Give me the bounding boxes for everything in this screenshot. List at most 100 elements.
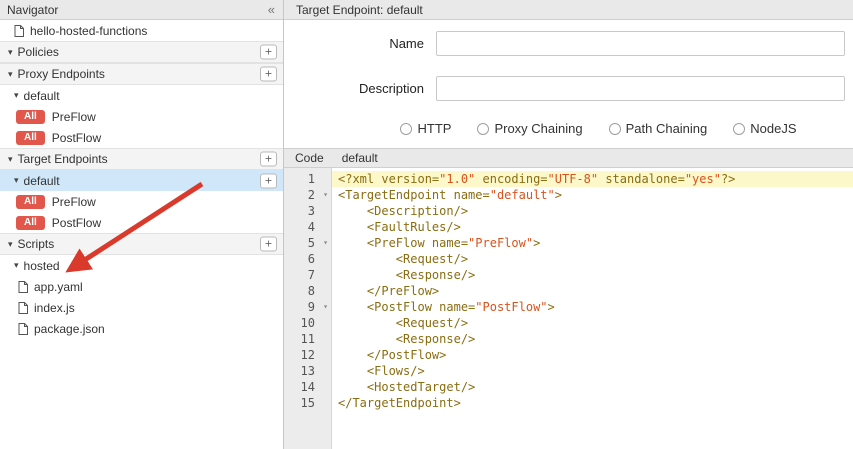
radio-path-chaining[interactable]: Path Chaining [609,121,708,136]
document-icon [18,302,28,314]
fold-toggle-icon[interactable]: ▾ [323,235,328,251]
add-button[interactable]: + [260,237,277,252]
nav-row-flow-preflow[interactable]: All PreFlow [0,191,283,212]
radio-label: Path Chaining [626,121,708,136]
expand-triangle-icon[interactable]: ▾ [8,69,13,80]
line-number[interactable]: 4 [284,219,331,235]
detail-panel: Target Endpoint: default Name Descriptio… [284,0,853,449]
radio-http[interactable]: HTTP [400,121,451,136]
name-field-row: Name [284,31,853,56]
code-gutter: 12▾345▾6789▾101112131415 [284,168,332,449]
nav-row-label: index.js [34,301,75,315]
app-window: Navigator « hello-hosted-functions▾Polic… [0,0,853,449]
code-line[interactable]: </PostFlow> [332,347,853,363]
code-line[interactable]: <Flows/> [332,363,853,379]
expand-triangle-icon[interactable]: ▾ [14,260,19,271]
add-button[interactable]: + [260,173,277,188]
radio-label: NodeJS [750,121,796,136]
nav-row-label: PreFlow [52,195,96,209]
code-tab-default[interactable]: default [342,151,378,165]
radio-label: Proxy Chaining [494,121,582,136]
expand-triangle-icon[interactable]: ▾ [14,90,19,101]
nav-row-file-package-json[interactable]: package.json [0,318,283,339]
nav-row-label: Target Endpoints [18,152,108,166]
nav-row-section-scripts[interactable]: ▾ Scripts + [0,233,283,255]
navigator-tree: hello-hosted-functions▾Policies+▾Proxy E… [0,20,283,449]
name-label: Name [284,36,424,51]
line-number[interactable]: 7 [284,267,331,283]
code-line[interactable]: <PostFlow name="PostFlow"> [332,299,853,315]
line-number[interactable]: 15 [284,395,331,411]
radio-nodejs[interactable]: NodeJS [733,121,796,136]
code-line[interactable]: </TargetEndpoint> [332,395,853,411]
nav-row-bundle-hello-hosted-functions[interactable]: hello-hosted-functions [0,20,283,41]
flow-condition-badge: All [16,195,45,209]
code-panel-header: Code default [284,148,853,168]
nav-row-label: Scripts [18,237,55,251]
nav-row-label: PostFlow [52,131,101,145]
expand-triangle-icon[interactable]: ▾ [14,175,19,186]
radio-icon[interactable] [733,123,745,135]
nav-row-flow-postflow[interactable]: AllPostFlow [0,212,283,233]
add-button[interactable]: + [260,67,277,82]
code-line[interactable]: <Description/> [332,203,853,219]
name-input[interactable] [436,31,845,56]
endpoint-type-radio-group: HTTP Proxy Chaining Path Chaining NodeJS [344,121,853,136]
line-number[interactable]: 3 [284,203,331,219]
nav-row-label: hosted [24,259,60,273]
line-number[interactable]: 1 [284,171,331,187]
collapse-panel-icon[interactable]: « [268,2,275,17]
code-line[interactable]: <Request/> [332,251,853,267]
line-number[interactable]: 5▾ [284,235,331,251]
fold-toggle-icon[interactable]: ▾ [323,299,328,315]
expand-triangle-icon[interactable]: ▾ [8,239,13,250]
line-number[interactable]: 14 [284,379,331,395]
line-number[interactable]: 10 [284,315,331,331]
navigator-header: Navigator « [0,0,283,20]
line-number[interactable]: 9▾ [284,299,331,315]
add-button[interactable]: + [260,152,277,167]
line-number[interactable]: 6 [284,251,331,267]
nav-row-section-policies[interactable]: ▾Policies+ [0,41,283,63]
code-line[interactable]: <PreFlow name="PreFlow"> [332,235,853,251]
code-line[interactable]: </PreFlow> [332,283,853,299]
nav-row-node-hosted[interactable]: ▾ hosted [0,255,283,276]
add-button[interactable]: + [260,45,277,60]
line-number[interactable]: 11 [284,331,331,347]
radio-proxy-chaining[interactable]: Proxy Chaining [477,121,582,136]
nav-row-file-index-js[interactable]: index.js [0,297,283,318]
line-number[interactable]: 13 [284,363,331,379]
nav-row-node-default[interactable]: ▾default+ [0,170,283,191]
code-line[interactable]: <Response/> [332,267,853,283]
line-number[interactable]: 2▾ [284,187,331,203]
radio-icon[interactable] [400,123,412,135]
code-line[interactable]: <HostedTarget/> [332,379,853,395]
nav-row-section-target-endpoints[interactable]: ▾ Target Endpoints + [0,148,283,170]
nav-row-label: PreFlow [52,110,96,124]
expand-triangle-icon[interactable]: ▾ [8,154,13,165]
code-panel-label: Code [295,151,324,165]
line-number[interactable]: 12 [284,347,331,363]
nav-row-flow-postflow[interactable]: AllPostFlow [0,127,283,148]
nav-row-flow-preflow[interactable]: AllPreFlow [0,106,283,127]
nav-row-section-proxy-endpoints[interactable]: ▾ Proxy Endpoints + [0,63,283,85]
code-line[interactable]: <?xml version="1.0" encoding="UTF-8" sta… [332,171,853,187]
code-line[interactable]: <TargetEndpoint name="default"> [332,187,853,203]
line-number[interactable]: 8 [284,283,331,299]
expand-triangle-icon[interactable]: ▾ [8,47,13,58]
fold-toggle-icon[interactable]: ▾ [323,187,328,203]
radio-icon[interactable] [477,123,489,135]
document-icon [14,25,24,37]
endpoint-form: Name Description HTTPProxy ChainingPath … [284,20,853,148]
radio-icon[interactable] [609,123,621,135]
code-line[interactable]: <FaultRules/> [332,219,853,235]
nav-row-file-app-yaml[interactable]: app.yaml [0,276,283,297]
code-area: 12▾345▾6789▾101112131415 <?xml version="… [284,168,853,449]
nav-row-node-default[interactable]: ▾default [0,85,283,106]
description-input[interactable] [436,76,845,101]
code-editor[interactable]: <?xml version="1.0" encoding="UTF-8" sta… [332,168,853,449]
code-line[interactable]: <Response/> [332,331,853,347]
code-line[interactable]: <Request/> [332,315,853,331]
nav-row-label: Proxy Endpoints [18,67,105,81]
detail-header: Target Endpoint: default [284,0,853,20]
